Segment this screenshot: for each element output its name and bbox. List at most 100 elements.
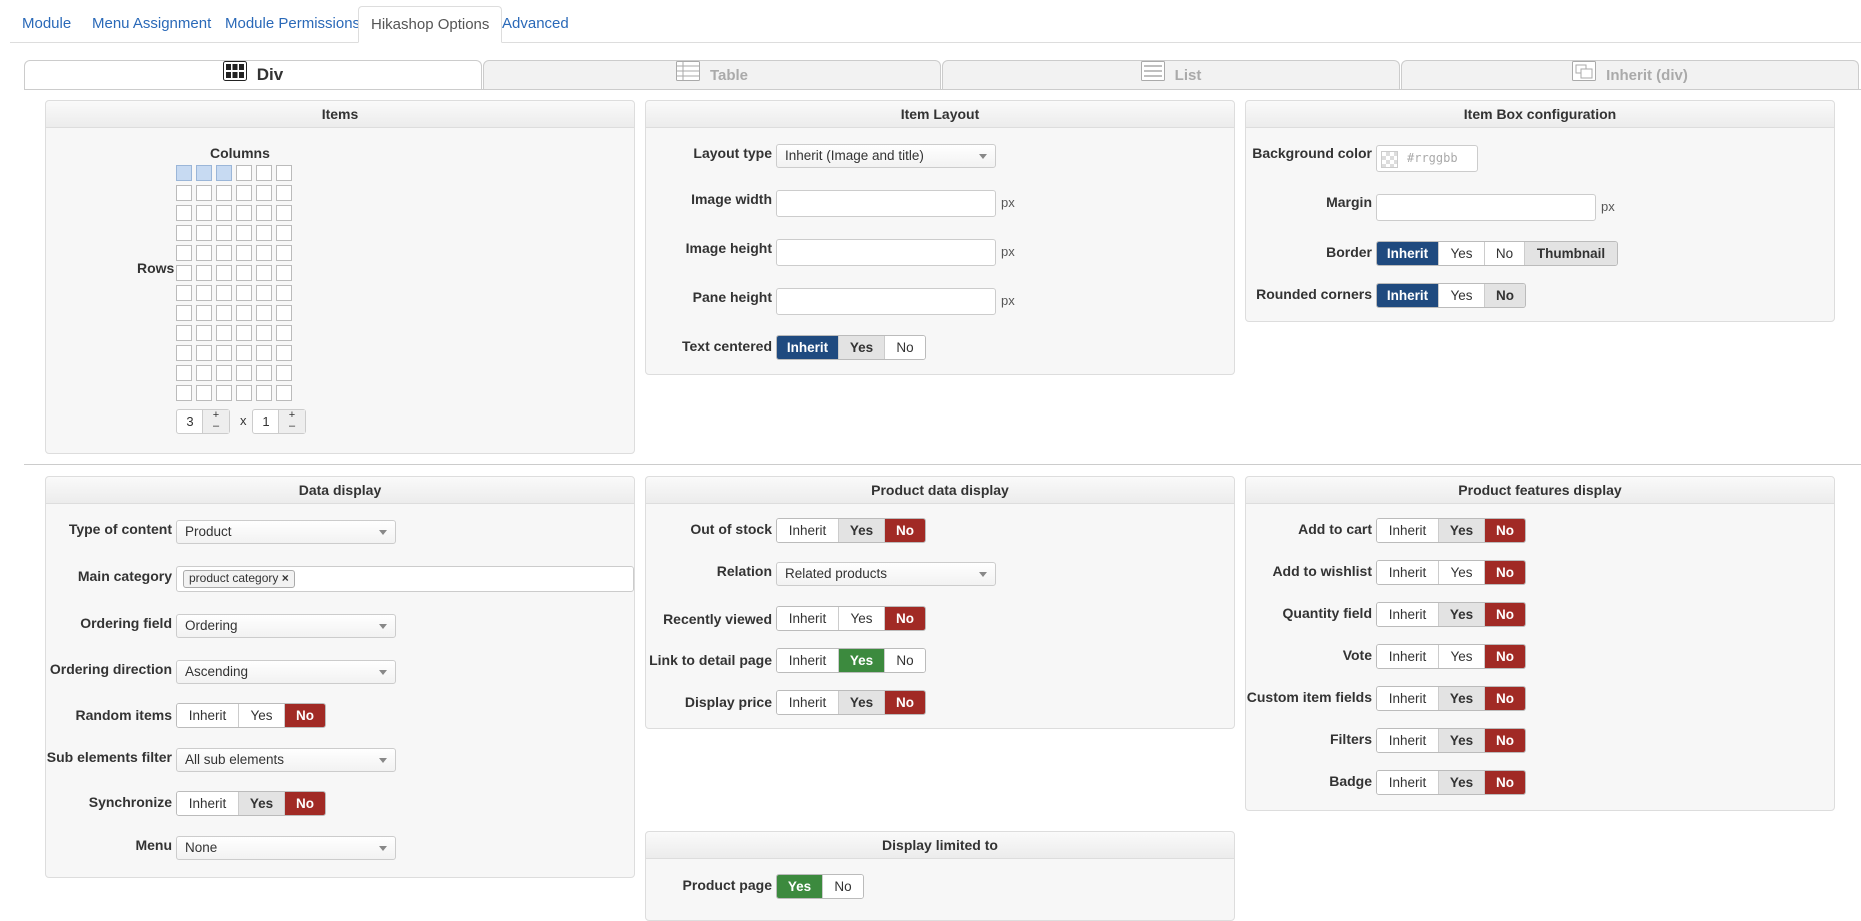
grid-cell[interactable] bbox=[176, 305, 192, 321]
price-inherit[interactable]: Inherit bbox=[777, 691, 839, 714]
grid-cell[interactable] bbox=[196, 225, 212, 241]
grid-cell[interactable] bbox=[236, 305, 252, 321]
minus-icon[interactable]: – bbox=[289, 420, 295, 432]
grid-cell[interactable] bbox=[276, 265, 292, 281]
border-no[interactable]: No bbox=[1485, 242, 1525, 265]
feature-inherit[interactable]: Inherit bbox=[1377, 561, 1439, 584]
sync-yes[interactable]: Yes bbox=[239, 792, 285, 815]
grid-cell[interactable] bbox=[196, 365, 212, 381]
grid-cell[interactable] bbox=[216, 325, 232, 341]
grid-cell[interactable] bbox=[216, 265, 232, 281]
grid-cell[interactable] bbox=[276, 185, 292, 201]
tab-advanced[interactable]: Advanced bbox=[490, 6, 581, 42]
feature-inherit[interactable]: Inherit bbox=[1377, 645, 1439, 668]
tab-menu-assignment[interactable]: Menu Assignment bbox=[80, 6, 223, 42]
feature-yes[interactable]: Yes bbox=[1439, 519, 1485, 542]
grid-cell[interactable] bbox=[176, 265, 192, 281]
grid-cell[interactable] bbox=[236, 165, 252, 181]
text-centered-inherit[interactable]: Inherit bbox=[777, 336, 839, 359]
text-centered-yes[interactable]: Yes bbox=[839, 336, 885, 359]
link-yes[interactable]: Yes bbox=[839, 649, 885, 672]
grid-cell[interactable] bbox=[176, 165, 192, 181]
layout-tab-inherit[interactable]: Inherit (div) bbox=[1401, 60, 1859, 89]
grid-cell[interactable] bbox=[256, 345, 272, 361]
feature-yes[interactable]: Yes bbox=[1439, 771, 1485, 794]
grid-cell[interactable] bbox=[276, 245, 292, 261]
grid-cell[interactable] bbox=[256, 265, 272, 281]
grid-cell[interactable] bbox=[216, 245, 232, 261]
recently-yes[interactable]: Yes bbox=[839, 607, 885, 630]
rows-value[interactable]: 1 bbox=[253, 410, 279, 433]
rounded-yes[interactable]: Yes bbox=[1439, 284, 1485, 307]
feature-inherit[interactable]: Inherit bbox=[1377, 729, 1439, 752]
border-yes[interactable]: Yes bbox=[1439, 242, 1485, 265]
grid-cell[interactable] bbox=[256, 385, 272, 401]
grid-cell[interactable] bbox=[216, 345, 232, 361]
rounded-inherit[interactable]: Inherit bbox=[1377, 284, 1439, 307]
grid-cell[interactable] bbox=[216, 305, 232, 321]
grid-cell[interactable] bbox=[216, 285, 232, 301]
feature-no[interactable]: No bbox=[1485, 687, 1525, 710]
grid-cell[interactable] bbox=[196, 305, 212, 321]
grid-cell[interactable] bbox=[176, 245, 192, 261]
product-page-yes[interactable]: Yes bbox=[777, 875, 823, 898]
sync-no[interactable]: No bbox=[285, 792, 325, 815]
product-page-no[interactable]: No bbox=[823, 875, 863, 898]
layout-tab-div[interactable]: Div bbox=[24, 60, 482, 90]
grid-cell[interactable] bbox=[276, 205, 292, 221]
feature-inherit[interactable]: Inherit bbox=[1377, 771, 1439, 794]
grid-cell[interactable] bbox=[196, 185, 212, 201]
grid-cell[interactable] bbox=[176, 285, 192, 301]
grid-cell[interactable] bbox=[256, 305, 272, 321]
margin-input[interactable] bbox=[1376, 194, 1596, 221]
grid-cell[interactable] bbox=[276, 365, 292, 381]
grid-cell[interactable] bbox=[236, 365, 252, 381]
grid-cell[interactable] bbox=[176, 365, 192, 381]
feature-inherit[interactable]: Inherit bbox=[1377, 687, 1439, 710]
image-width-input[interactable] bbox=[776, 190, 996, 217]
background-color-input[interactable]: #rrggbb bbox=[1376, 145, 1478, 172]
feature-yes[interactable]: Yes bbox=[1439, 645, 1485, 668]
grid-cell[interactable] bbox=[256, 185, 272, 201]
feature-yes[interactable]: Yes bbox=[1439, 561, 1485, 584]
grid-cell[interactable] bbox=[276, 225, 292, 241]
grid-cell[interactable] bbox=[176, 225, 192, 241]
grid-cell[interactable] bbox=[236, 185, 252, 201]
feature-no[interactable]: No bbox=[1485, 519, 1525, 542]
grid-cell[interactable] bbox=[256, 225, 272, 241]
grid-cell[interactable] bbox=[176, 205, 192, 221]
tab-module[interactable]: Module bbox=[10, 6, 83, 42]
rounded-no[interactable]: No bbox=[1485, 284, 1525, 307]
grid-cell[interactable] bbox=[176, 385, 192, 401]
grid-cell[interactable] bbox=[236, 265, 252, 281]
rows-plus-minus[interactable]: + – bbox=[278, 410, 305, 433]
grid-cell[interactable] bbox=[256, 285, 272, 301]
layout-type-select[interactable]: Inherit (Image and title) bbox=[776, 144, 996, 168]
ordering-direction-select[interactable]: Ascending bbox=[176, 660, 396, 684]
columns-plus-minus[interactable]: + – bbox=[202, 410, 229, 433]
sub-elements-filter-select[interactable]: All sub elements bbox=[176, 748, 396, 772]
grid-cell[interactable] bbox=[236, 285, 252, 301]
grid-cell[interactable] bbox=[256, 365, 272, 381]
grid-cell[interactable] bbox=[236, 245, 252, 261]
color-swatch-icon[interactable] bbox=[1381, 151, 1398, 168]
grid-cell[interactable] bbox=[196, 285, 212, 301]
grid-cell[interactable] bbox=[236, 205, 252, 221]
grid-cell[interactable] bbox=[196, 385, 212, 401]
link-inherit[interactable]: Inherit bbox=[777, 649, 839, 672]
link-no[interactable]: No bbox=[885, 649, 925, 672]
pane-height-input[interactable] bbox=[776, 288, 996, 315]
menu-select[interactable]: None bbox=[176, 836, 396, 860]
grid-cell[interactable] bbox=[176, 325, 192, 341]
columns-value[interactable]: 3 bbox=[177, 410, 203, 433]
grid-cell[interactable] bbox=[276, 325, 292, 341]
random-no[interactable]: No bbox=[285, 704, 325, 727]
feature-yes[interactable]: Yes bbox=[1439, 603, 1485, 626]
grid-cell[interactable] bbox=[216, 225, 232, 241]
grid-cell[interactable] bbox=[196, 165, 212, 181]
grid-cell[interactable] bbox=[216, 365, 232, 381]
feature-no[interactable]: No bbox=[1485, 603, 1525, 626]
grid-cell[interactable] bbox=[236, 325, 252, 341]
main-category-input[interactable]: product category × bbox=[176, 566, 634, 592]
grid-cell[interactable] bbox=[276, 285, 292, 301]
